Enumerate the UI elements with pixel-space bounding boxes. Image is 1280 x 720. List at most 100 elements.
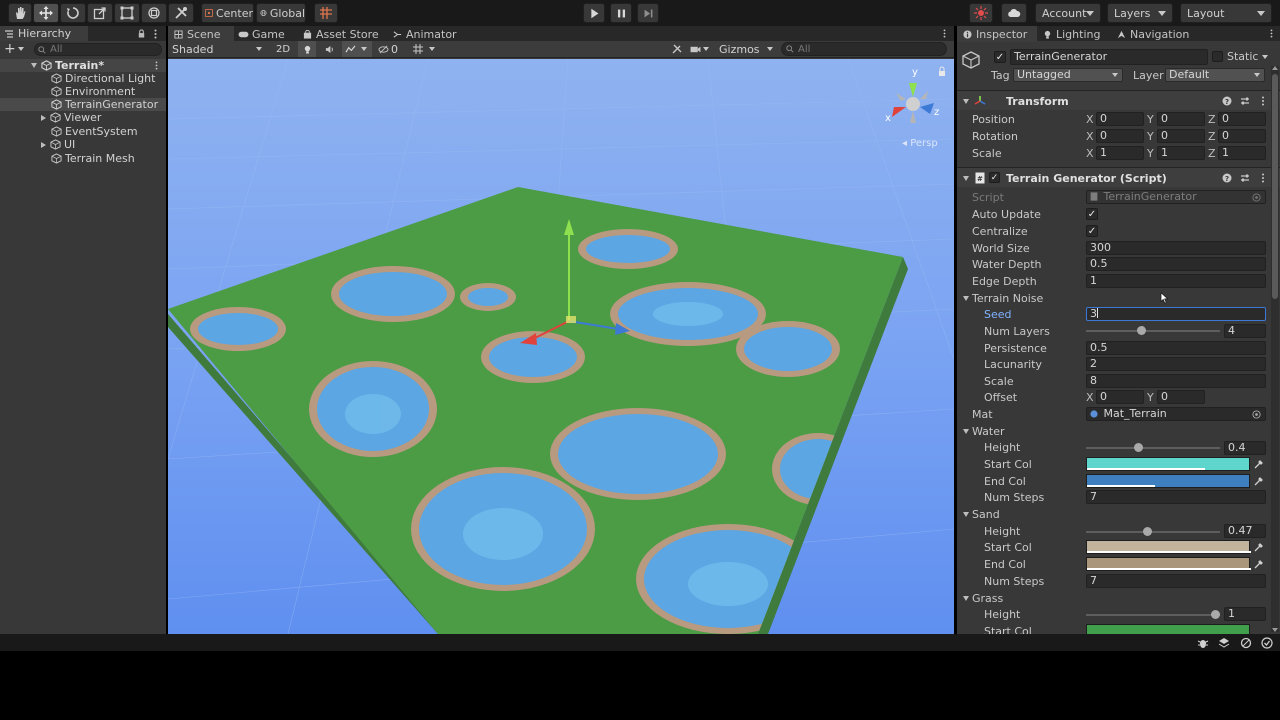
active-checkbox[interactable]: ✓ bbox=[994, 51, 1006, 63]
custom-tool-button[interactable] bbox=[168, 3, 194, 23]
step-button[interactable] bbox=[637, 3, 659, 23]
sand-height-field[interactable]: 0.47 bbox=[1224, 524, 1266, 538]
position-y-field[interactable]: 0 bbox=[1157, 112, 1205, 126]
scroll-up-icon[interactable] bbox=[1272, 66, 1278, 70]
scene-search-input[interactable]: All bbox=[781, 42, 947, 56]
camera-settings-button[interactable] bbox=[690, 42, 714, 56]
hierarchy-item-directional-light[interactable]: Directional Light bbox=[0, 72, 166, 85]
tag-dropdown[interactable]: Untagged bbox=[1013, 68, 1123, 82]
scale-z-field[interactable]: 1 bbox=[1218, 146, 1266, 160]
hierarchy-item-terrain-mesh[interactable]: Terrain Mesh bbox=[0, 152, 166, 165]
edge-depth-field[interactable]: 1 bbox=[1086, 274, 1266, 288]
tab-hierarchy[interactable]: Hierarchy bbox=[0, 26, 88, 41]
rect-tool-button[interactable] bbox=[114, 3, 140, 23]
mat-field[interactable]: Mat_Terrain bbox=[1086, 407, 1266, 421]
sand-num-steps-field[interactable]: 7 bbox=[1086, 574, 1266, 588]
water-end-color-field[interactable] bbox=[1086, 474, 1250, 488]
sand-height-slider-handle[interactable] bbox=[1142, 527, 1152, 536]
transform-header[interactable]: Transform ? bbox=[957, 90, 1280, 110]
grass-height-slider-handle[interactable] bbox=[1211, 610, 1220, 619]
help-icon[interactable]: ? bbox=[1222, 173, 1232, 183]
kebab-menu-icon[interactable] bbox=[1258, 173, 1268, 183]
grid-toggle-button[interactable] bbox=[410, 41, 440, 57]
sand-end-color-field[interactable] bbox=[1086, 557, 1251, 571]
scale-tool-button[interactable] bbox=[87, 3, 113, 23]
tab-scene[interactable]: Scene bbox=[168, 26, 234, 42]
bug-icon[interactable] bbox=[1197, 637, 1209, 649]
move-tool-button[interactable] bbox=[33, 3, 59, 23]
kebab-menu-icon[interactable] bbox=[155, 61, 158, 70]
static-dropdown[interactable]: Static bbox=[1227, 50, 1269, 63]
tab-inspector[interactable]: Inspector bbox=[957, 26, 1037, 42]
object-name-field[interactable]: TerrainGenerator bbox=[1010, 49, 1208, 65]
script-enabled-checkbox[interactable]: ✓ bbox=[989, 172, 1000, 183]
sand-start-color-field[interactable] bbox=[1086, 540, 1251, 554]
tab-game[interactable]: Game bbox=[238, 26, 298, 42]
kebab-menu-icon[interactable] bbox=[1258, 96, 1268, 106]
kebab-menu-icon[interactable] bbox=[943, 29, 946, 38]
rotate-tool-button[interactable] bbox=[60, 3, 86, 23]
help-icon[interactable]: ? bbox=[1222, 96, 1232, 106]
water-num-steps-field[interactable]: 7 bbox=[1086, 490, 1266, 504]
world-size-field[interactable]: 300 bbox=[1086, 241, 1266, 255]
layout-dropdown[interactable]: Layout bbox=[1180, 3, 1272, 23]
scale-y-field[interactable]: 1 bbox=[1157, 146, 1205, 160]
lock-icon[interactable] bbox=[137, 29, 146, 38]
offset-y-field[interactable]: 0 bbox=[1157, 390, 1205, 404]
effects-toggle-button[interactable] bbox=[342, 41, 372, 57]
centralize-checkbox[interactable]: ✓ bbox=[1086, 225, 1098, 237]
scale-x-field[interactable]: 1 bbox=[1096, 146, 1144, 160]
persp-label[interactable]: ◂ Persp bbox=[902, 138, 938, 149]
lacunarity-field[interactable]: 2 bbox=[1086, 357, 1266, 371]
grid-snap-button[interactable] bbox=[314, 3, 338, 23]
inspector-scrollbar[interactable] bbox=[1271, 66, 1279, 632]
rotation-x-field[interactable]: 0 bbox=[1096, 129, 1144, 143]
gizmos-dropdown[interactable]: Gizmos bbox=[719, 42, 775, 56]
scene-root-row[interactable]: Terrain* bbox=[0, 59, 166, 72]
noise-scale-field[interactable]: 8 bbox=[1086, 374, 1266, 388]
tab-navigation[interactable]: Navigation bbox=[1117, 26, 1207, 42]
cloud-button[interactable] bbox=[1001, 3, 1027, 23]
transform-tool-button[interactable] bbox=[141, 3, 167, 23]
static-checkbox[interactable] bbox=[1212, 51, 1223, 62]
pause-button[interactable] bbox=[610, 3, 632, 23]
eyedropper-icon[interactable] bbox=[1254, 559, 1264, 569]
shading-mode-dropdown[interactable]: Shaded bbox=[170, 42, 266, 56]
hierarchy-item-ui[interactable]: UI bbox=[0, 138, 166, 151]
water-height-slider-handle[interactable] bbox=[1133, 443, 1143, 452]
play-button[interactable] bbox=[583, 3, 605, 23]
eyedropper-icon[interactable] bbox=[1254, 476, 1264, 486]
progress-icon[interactable] bbox=[1240, 637, 1252, 649]
audio-toggle-button[interactable] bbox=[320, 41, 338, 57]
layers-stack-icon[interactable] bbox=[1218, 637, 1230, 649]
water-start-color-field[interactable] bbox=[1086, 457, 1250, 471]
chevron-down-icon[interactable] bbox=[963, 429, 969, 434]
water-height-field[interactable]: 0.4 bbox=[1224, 441, 1266, 455]
water-depth-field[interactable]: 0.5 bbox=[1086, 257, 1266, 271]
auto-update-checkbox[interactable]: ✓ bbox=[1086, 208, 1098, 220]
collab-button[interactable] bbox=[969, 3, 993, 23]
eyedropper-icon[interactable] bbox=[1254, 459, 1264, 469]
hierarchy-item-eventsystem[interactable]: EventSystem bbox=[0, 125, 166, 138]
account-dropdown[interactable]: Account bbox=[1035, 3, 1101, 23]
eyedropper-icon[interactable] bbox=[1254, 542, 1264, 552]
num-layers-slider-handle[interactable] bbox=[1137, 326, 1147, 335]
scene-tools-button[interactable] bbox=[670, 42, 684, 56]
preset-icon[interactable] bbox=[1240, 96, 1250, 106]
chevron-down-icon[interactable] bbox=[963, 512, 969, 517]
tab-lighting[interactable]: Lighting bbox=[1043, 26, 1117, 42]
rotation-y-field[interactable]: 0 bbox=[1157, 129, 1205, 143]
layer-dropdown[interactable]: Default bbox=[1165, 68, 1265, 82]
grass-height-slider[interactable] bbox=[1086, 614, 1220, 616]
position-z-field[interactable]: 0 bbox=[1218, 112, 1266, 126]
pivot-center-button[interactable]: Center bbox=[201, 3, 254, 23]
lighting-toggle-button[interactable] bbox=[298, 41, 316, 57]
hierarchy-item-environment[interactable]: Environment bbox=[0, 85, 166, 98]
scroll-down-icon[interactable] bbox=[1272, 628, 1278, 632]
script-component-header[interactable]: # ✓ Terrain Generator (Script) ? bbox=[957, 167, 1280, 187]
hierarchy-item-viewer[interactable]: Viewer bbox=[0, 111, 166, 124]
sand-height-slider[interactable] bbox=[1086, 531, 1220, 533]
global-space-button[interactable]: Global bbox=[256, 3, 306, 23]
check-circle-icon[interactable] bbox=[1261, 637, 1273, 649]
grass-height-field[interactable]: 1 bbox=[1224, 607, 1266, 621]
